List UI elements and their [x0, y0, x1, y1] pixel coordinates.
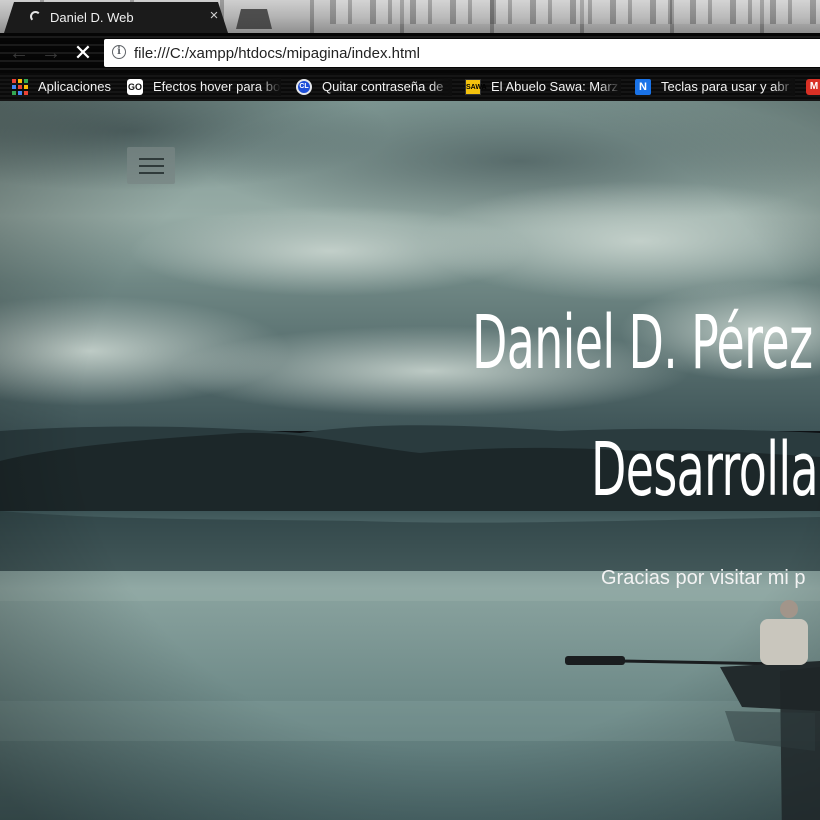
tab-title: Daniel D. Web [50, 10, 134, 25]
cl-favicon-icon: CL [296, 79, 312, 95]
hero-name-heading: Daniel D. Pérez [472, 300, 813, 386]
loading-spinner-icon [30, 11, 41, 22]
close-tab-icon[interactable]: × [206, 8, 222, 24]
label-fade [599, 78, 621, 96]
hamburger-menu-button[interactable] [127, 147, 175, 184]
label-fade [773, 78, 795, 96]
tab-strip-background-image [330, 0, 820, 24]
m-favicon-icon: M [806, 79, 820, 95]
page-viewport: Daniel D. Pérez Desarrollador Gracias po… [0, 101, 820, 820]
bookmark-label: Teclas para usar y abr [661, 79, 789, 94]
hamburger-menu-icon [139, 158, 164, 160]
go-favicon-icon: GO [127, 79, 143, 95]
label-fade [259, 78, 281, 96]
bookmark-m[interactable]: M [806, 78, 820, 96]
bookmark-efectos-hover[interactable]: GO Efectos hover para bo [127, 78, 281, 96]
site-info-icon[interactable]: i [112, 45, 126, 59]
apps-grid-icon [12, 79, 28, 95]
bookmark-quitar-contrasena[interactable]: CL Quitar contraseña de [296, 78, 452, 96]
bookmark-label: Aplicaciones [38, 79, 111, 94]
sawa-favicon-icon: SAWA [465, 79, 487, 95]
forward-arrow-icon[interactable]: → [38, 40, 64, 66]
browser-window: Daniel D. Web × ← → ✕ i file:///C:/xampp… [0, 0, 820, 820]
n-favicon-icon: N [635, 79, 651, 95]
url-text[interactable]: file:///C:/xampp/htdocs/mipagina/index.h… [134, 45, 420, 62]
tab-strip: Daniel D. Web × [0, 0, 820, 33]
label-fade [430, 78, 452, 96]
hamburger-bar [139, 165, 164, 167]
bookmark-label: Quitar contraseña de [322, 79, 444, 94]
bookmark-teclas-para-usar[interactable]: N Teclas para usar y abr [635, 78, 795, 96]
address-bar[interactable]: i file:///C:/xampp/htdocs/mipagina/index… [104, 39, 820, 67]
hamburger-bar [139, 172, 164, 174]
bookmarks-bar: Aplicaciones GO Efectos hover para bo CL… [0, 73, 820, 101]
bookmark-el-abuelo-sawa[interactable]: SAWA El Abuelo Sawa: Marz [465, 78, 621, 96]
new-tab-button[interactable] [236, 9, 272, 29]
browser-tab[interactable]: Daniel D. Web × [4, 2, 228, 33]
hero-role-heading: Desarrollador [591, 427, 820, 513]
hero-tagline: Gracias por visitar mi p [601, 567, 806, 589]
bookmark-aplicaciones[interactable]: Aplicaciones [12, 78, 116, 96]
back-arrow-icon[interactable]: ← [6, 40, 32, 66]
stop-loading-icon[interactable]: ✕ [70, 40, 96, 66]
browser-toolbar: ← → ✕ i file:///C:/xampp/htdocs/mipagina… [0, 33, 820, 73]
